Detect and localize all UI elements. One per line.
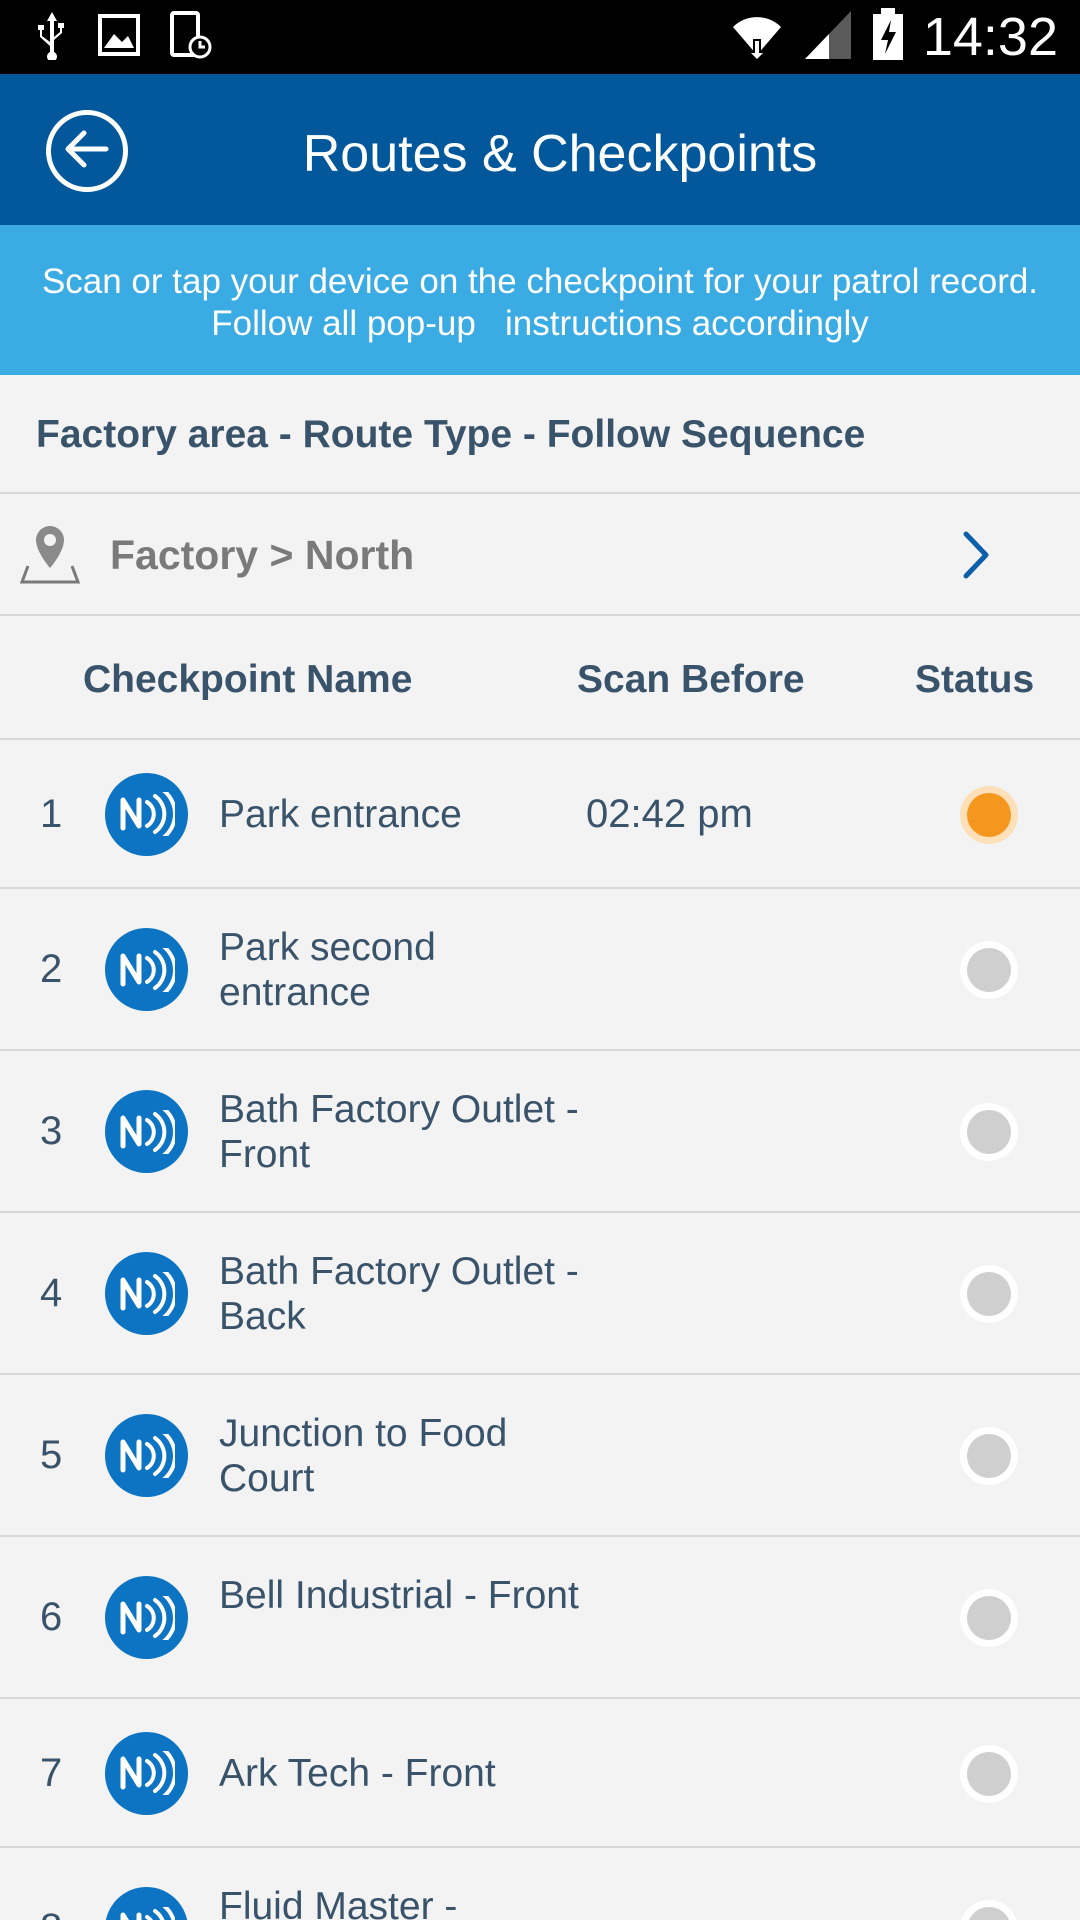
clock: 14:32 bbox=[922, 7, 1058, 67]
phone-clock-icon bbox=[168, 10, 214, 64]
checkpoint-name: Park entrance bbox=[219, 793, 462, 836]
instruction-line-1: Scan or tap your device on the checkpoin… bbox=[41, 262, 1039, 301]
checkpoint-name: Junction to Food Court bbox=[219, 1412, 508, 1500]
checkpoint-name: Fluid Master - bbox=[219, 1885, 458, 1920]
app-bar: Routes & Checkpoints bbox=[0, 74, 1080, 225]
checkpoint-number: 1 bbox=[40, 791, 63, 836]
chevron-right-icon[interactable] bbox=[958, 530, 994, 585]
checkpoint-name: Park second entrance bbox=[219, 926, 436, 1014]
column-header-status: Status bbox=[915, 658, 1035, 701]
checkpoint-number: 5 bbox=[40, 1433, 63, 1477]
column-header-name: Checkpoint Name bbox=[83, 658, 413, 701]
map-pin-icon bbox=[19, 522, 81, 591]
status-dot bbox=[967, 1596, 1011, 1640]
nfc-icon bbox=[105, 1252, 188, 1335]
status-indicator-pending bbox=[960, 1744, 1018, 1803]
status-dot bbox=[967, 948, 1011, 992]
status-indicator-pending bbox=[960, 941, 1018, 999]
checkpoint-name: Bath Factory Outlet - Front bbox=[219, 1088, 579, 1176]
status-indicator-pending bbox=[960, 1589, 1018, 1647]
page-title: Routes & Checkpoints bbox=[302, 125, 818, 183]
checkpoint-row[interactable]: 1 Park entrance 02:42 pm bbox=[0, 740, 1080, 889]
nfc-icon bbox=[105, 1887, 188, 1920]
instruction-banner: Scan or tap your device on the checkpoin… bbox=[0, 225, 1080, 375]
status-indicator-pending bbox=[960, 1900, 1018, 1920]
checkpoint-name: Bell Industrial - Front bbox=[219, 1574, 579, 1617]
status-dot bbox=[967, 792, 1011, 837]
column-header-scan-before: Scan Before bbox=[577, 658, 805, 701]
status-indicator-pending bbox=[960, 1265, 1018, 1323]
status-dot bbox=[967, 1272, 1011, 1316]
checkpoint-row[interactable]: 5 Junction to Food Court bbox=[0, 1375, 1080, 1537]
status-dot bbox=[967, 1434, 1011, 1478]
checkpoint-row[interactable]: 3 Bath Factory Outlet - Front bbox=[0, 1051, 1080, 1213]
status-bar-system: 14:32 bbox=[729, 6, 1058, 68]
nfc-icon bbox=[105, 772, 188, 856]
checkpoint-number: 8 bbox=[40, 1906, 62, 1920]
status-bar-notifications bbox=[34, 10, 214, 64]
image-icon bbox=[98, 13, 140, 61]
checkpoint-list: 1 Park entrance 02:42 pm 2 Park second entra… bbox=[0, 740, 1080, 1920]
checkpoint-number: 4 bbox=[40, 1271, 63, 1315]
status-indicator-pending bbox=[960, 1103, 1018, 1161]
status-dot bbox=[967, 1751, 1011, 1796]
checkpoint-row[interactable]: 7 Ark Tech - Front bbox=[0, 1699, 1080, 1848]
nfc-icon bbox=[105, 1731, 188, 1815]
status-dot bbox=[967, 1907, 1011, 1920]
checkpoint-row[interactable]: 6 Bell Industrial - Front bbox=[0, 1537, 1080, 1699]
checkpoint-number: 7 bbox=[40, 1750, 63, 1795]
checkpoint-table-header: Checkpoint Name Scan Before Status bbox=[0, 616, 1080, 740]
instruction-line-2: Follow all pop-up instructions according… bbox=[211, 304, 869, 343]
nfc-icon bbox=[105, 1090, 188, 1173]
route-type-label: Factory area - Route Type - Follow Seque… bbox=[36, 413, 866, 456]
scan-before-time: 02:42 pm bbox=[586, 791, 753, 836]
status-indicator-pending bbox=[960, 1427, 1018, 1485]
usb-icon bbox=[34, 10, 70, 65]
checkpoint-row[interactable]: 4 Bath Factory Outlet - Back bbox=[0, 1213, 1080, 1375]
location-path: Factory > North bbox=[110, 532, 415, 578]
checkpoint-name: Bath Factory Outlet - Back bbox=[219, 1250, 579, 1338]
status-indicator-active bbox=[960, 785, 1018, 844]
signal-icon bbox=[803, 9, 853, 66]
battery-charging-icon bbox=[871, 7, 905, 67]
checkpoint-number: 6 bbox=[40, 1595, 63, 1639]
checkpoint-name: Ark Tech - Front bbox=[219, 1752, 496, 1795]
location-row[interactable]: Factory > North bbox=[0, 494, 1080, 616]
checkpoint-row[interactable]: 8 Fluid Master - bbox=[0, 1848, 1080, 1920]
wifi-icon bbox=[729, 9, 785, 66]
nfc-icon bbox=[105, 1414, 188, 1497]
app-screen: 14:32 Routes & Checkpoints Scan or tap y… bbox=[0, 0, 1080, 1920]
checkpoint-number: 2 bbox=[40, 947, 63, 991]
status-dot bbox=[967, 1110, 1011, 1154]
checkpoint-row[interactable]: 2 Park second entrance bbox=[0, 889, 1080, 1051]
checkpoint-number: 3 bbox=[40, 1109, 63, 1153]
nfc-icon bbox=[105, 928, 188, 1011]
nfc-icon bbox=[105, 1576, 188, 1659]
status-bar: 14:32 bbox=[0, 0, 1080, 74]
route-type-bar: Factory area - Route Type - Follow Seque… bbox=[0, 375, 1080, 494]
